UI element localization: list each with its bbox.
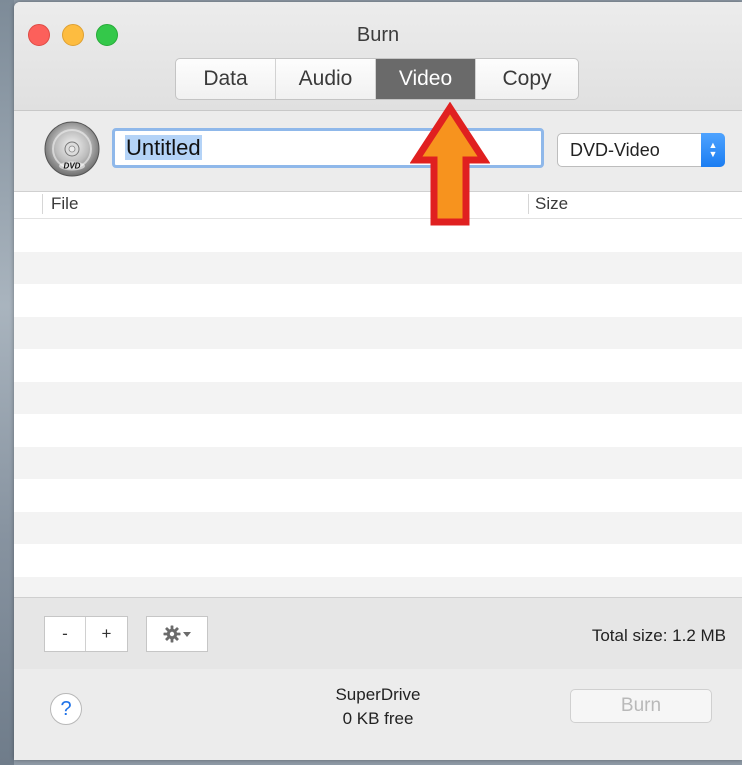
- list-actions-bar: - + Total size: 1.2 MB: [14, 597, 742, 670]
- disc-type-select[interactable]: DVD-Video ▲ ▼: [557, 133, 725, 167]
- disc-type-value: DVD-Video: [570, 140, 660, 160]
- disc-name-field[interactable]: Untitled: [112, 128, 544, 168]
- gear-icon: [163, 625, 181, 643]
- remove-item-button[interactable]: -: [45, 617, 87, 651]
- empty-row: [14, 544, 742, 577]
- actions-menu-button[interactable]: [146, 616, 208, 652]
- file-list-header: File Size: [14, 192, 742, 219]
- empty-row: [14, 349, 742, 382]
- add-item-button[interactable]: +: [86, 617, 127, 651]
- empty-row: [14, 381, 742, 414]
- mode-tabs: Data Audio Video Copy: [175, 58, 579, 100]
- empty-row: [14, 284, 742, 317]
- empty-row: [14, 576, 742, 597]
- tab-audio[interactable]: Audio: [276, 59, 376, 99]
- disc-toolbar: DVD Untitled DVD-Video ▲ ▼: [14, 111, 742, 192]
- titlebar: Burn Data Audio Video Copy: [14, 2, 742, 111]
- disc-name-value: Untitled: [125, 135, 202, 160]
- status-footer: ? SuperDrive 0 KB free Burn: [14, 669, 742, 760]
- tab-data[interactable]: Data: [176, 59, 276, 99]
- empty-row: [14, 219, 742, 252]
- burn-button[interactable]: Burn: [570, 689, 712, 723]
- column-header-file[interactable]: File: [42, 194, 78, 214]
- empty-row: [14, 316, 742, 349]
- burn-window: Burn Data Audio Video Copy DVD Untitled …: [14, 2, 742, 760]
- dvd-disc-icon: DVD: [44, 121, 100, 177]
- add-remove-buttons: - +: [44, 616, 128, 652]
- file-list[interactable]: [14, 219, 742, 597]
- window-title: Burn: [356, 24, 400, 46]
- empty-row: [14, 414, 742, 447]
- column-header-size[interactable]: Size: [528, 194, 568, 214]
- empty-row: [14, 511, 742, 544]
- empty-row: [14, 446, 742, 479]
- disc-icon-label: DVD: [64, 162, 81, 171]
- dropdown-triangle-icon: [183, 632, 191, 637]
- desktop-background: [0, 0, 14, 765]
- total-size-label: Total size: 1.2 MB: [591, 626, 726, 645]
- tab-copy[interactable]: Copy: [476, 59, 578, 99]
- empty-row: [14, 251, 742, 284]
- empty-row: [14, 479, 742, 512]
- tab-video[interactable]: Video: [376, 59, 476, 99]
- select-stepper-icon: ▲ ▼: [701, 133, 725, 167]
